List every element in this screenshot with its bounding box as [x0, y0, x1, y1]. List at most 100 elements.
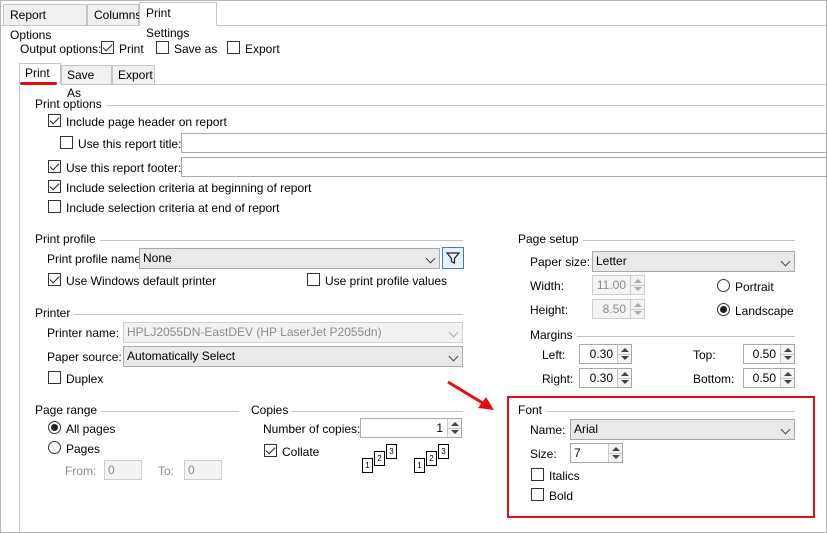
margin-bottom-label: Bottom:	[693, 372, 735, 386]
margins-title: Margins	[530, 328, 577, 342]
height-value: 8.50	[602, 302, 626, 316]
all-pages-label: All pages	[66, 422, 116, 436]
margin-bottom-spinner[interactable]	[780, 369, 794, 387]
font-size-value: 7	[574, 446, 581, 460]
inner-tab-save-as[interactable]: Save As	[61, 65, 112, 100]
use-profile-values-checkbox[interactable]	[307, 273, 320, 286]
use-footer-checkbox[interactable]	[48, 160, 61, 173]
report-footer-input[interactable]	[181, 157, 827, 177]
report-title-input[interactable]	[181, 133, 827, 153]
italics-checkbox[interactable]	[531, 468, 544, 481]
output-save-as-checkbox[interactable]	[156, 41, 169, 54]
inner-tab-export[interactable]: Export	[112, 65, 155, 85]
printer-name-select[interactable]: HPLJ2055DN-EastDEV (HP LaserJet P2055dn)	[123, 322, 463, 343]
tab-print-settings[interactable]: Print Settings	[139, 2, 217, 40]
printer-title: Printer	[35, 306, 75, 320]
margin-left-input[interactable]: 0.30	[579, 344, 632, 364]
margin-right-spinner[interactable]	[617, 369, 631, 387]
output-export-label: Export	[245, 42, 280, 56]
collate-illustration-icon: 3 2 1 3 2 1	[362, 444, 462, 484]
margin-left-label: Left:	[542, 348, 566, 362]
pages-radio[interactable]	[48, 441, 61, 454]
chevron-down-icon	[780, 256, 791, 267]
height-label: Height:	[530, 303, 569, 317]
height-spinner[interactable]	[630, 300, 644, 318]
include-header-label: Include page header on report	[66, 115, 227, 129]
use-report-title-checkbox[interactable]	[60, 136, 73, 149]
portrait-label: Portrait	[735, 280, 774, 294]
print-options-title: Print options	[35, 97, 106, 111]
margin-top-spinner[interactable]	[780, 345, 794, 363]
chevron-down-icon	[780, 424, 791, 435]
criteria-begin-label: Include selection criteria at beginning …	[66, 181, 312, 195]
paper-source-select[interactable]: Automatically Select	[123, 346, 463, 367]
margin-bottom-input[interactable]: 0.50	[743, 368, 795, 388]
output-options-label: Output options:	[20, 42, 102, 56]
print-tab-underline-annotation	[20, 82, 57, 85]
from-input[interactable]: 0	[104, 460, 142, 480]
chevron-down-icon	[425, 253, 436, 264]
paper-size-select[interactable]: Letter	[592, 251, 795, 272]
margin-top-label: Top:	[693, 348, 716, 362]
page-setup-title: Page setup	[518, 232, 583, 246]
tab-report-options[interactable]: Report Options	[3, 4, 87, 42]
print-profile-title: Print profile	[35, 232, 100, 246]
output-print-label: Print	[119, 42, 144, 56]
collate-label: Collate	[282, 445, 320, 459]
number-of-copies-input[interactable]: 1	[360, 418, 462, 438]
margin-right-input[interactable]: 0.30	[579, 368, 632, 388]
italics-label: Italics	[549, 469, 580, 483]
annotation-arrow-icon	[447, 380, 494, 410]
landscape-radio[interactable]	[717, 303, 730, 316]
bold-label: Bold	[549, 489, 574, 503]
filter-button[interactable]	[442, 247, 464, 269]
collate-checkbox[interactable]	[264, 444, 277, 457]
margin-bottom-value: 0.50	[752, 371, 776, 385]
output-print-checkbox[interactable]	[101, 41, 114, 54]
width-spinner[interactable]	[630, 276, 644, 294]
to-input[interactable]: 0	[184, 460, 222, 480]
bold-checkbox[interactable]	[531, 488, 544, 501]
font-name-label: Name:	[530, 423, 566, 437]
output-export-checkbox[interactable]	[227, 41, 240, 54]
use-windows-default-checkbox[interactable]	[48, 273, 61, 286]
duplex-checkbox[interactable]	[48, 371, 61, 384]
margin-right-label: Right:	[542, 372, 574, 386]
portrait-radio[interactable]	[717, 279, 730, 292]
print-profile-value: None	[143, 251, 172, 265]
print-profile-select[interactable]: None	[139, 248, 440, 269]
printer-name-value: HPLJ2055DN-EastDEV (HP LaserJet P2055dn)	[127, 325, 382, 339]
paper-source-label: Paper source:	[47, 350, 122, 364]
font-name-select[interactable]: Arial	[570, 419, 795, 440]
margin-left-spinner[interactable]	[617, 345, 631, 363]
number-of-copies-value: 1	[436, 421, 443, 435]
use-footer-label: Use this report footer:	[66, 161, 182, 175]
to-label: To:	[158, 464, 175, 478]
width-input[interactable]: 11.00	[592, 275, 645, 295]
copies-spinner[interactable]	[447, 419, 461, 437]
tab-columns[interactable]: Columns	[87, 4, 141, 26]
height-input[interactable]: 8.50	[592, 299, 645, 319]
margin-right-value: 0.30	[589, 371, 613, 385]
all-pages-radio[interactable]	[48, 421, 61, 434]
margin-top-input[interactable]: 0.50	[743, 344, 795, 364]
chevron-down-icon	[448, 351, 459, 362]
use-windows-default-label: Use Windows default printer	[66, 274, 217, 288]
printer-group-line	[35, 314, 463, 315]
font-name-value: Arial	[574, 422, 599, 436]
filter-icon	[445, 252, 461, 264]
margin-top-value: 0.50	[752, 347, 776, 361]
print-profile-name-label: Print profile name:	[47, 252, 145, 266]
criteria-begin-checkbox[interactable]	[48, 180, 61, 193]
width-value: 11.00	[596, 278, 626, 292]
font-group-line	[518, 411, 795, 412]
pages-label: Pages	[66, 442, 101, 456]
font-size-input[interactable]: 7	[570, 443, 623, 463]
criteria-end-checkbox[interactable]	[48, 200, 61, 213]
printer-name-label: Printer name:	[47, 326, 120, 340]
paper-size-value: Letter	[596, 254, 627, 268]
font-size-spinner[interactable]	[608, 444, 622, 462]
use-report-title-label: Use this report title:	[78, 137, 182, 151]
include-header-checkbox[interactable]	[48, 114, 61, 127]
font-title: Font	[518, 403, 547, 417]
